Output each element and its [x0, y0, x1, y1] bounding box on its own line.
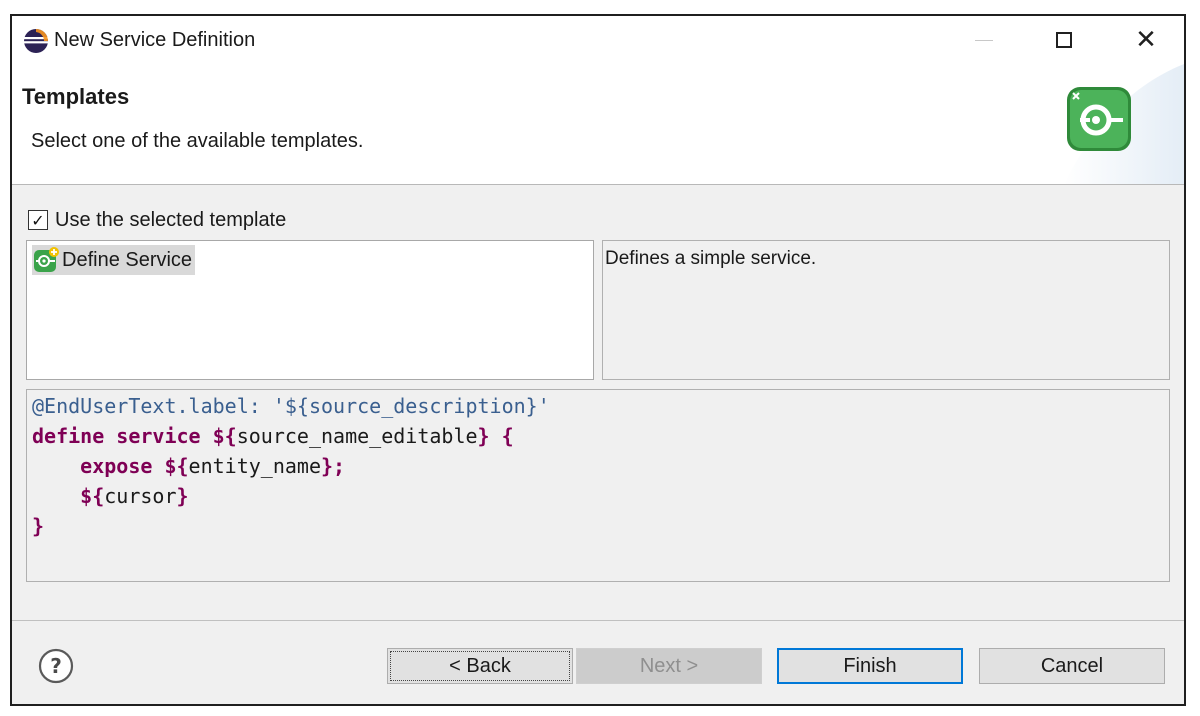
- title-bar[interactable]: New Service Definition ✕: [12, 16, 1184, 64]
- dialog-window: New Service Definition ✕ Templates Selec…: [10, 14, 1186, 706]
- code-line: define service ${source_name_editable} {: [32, 424, 514, 448]
- code-token: ${: [32, 484, 104, 508]
- code-token: }: [32, 514, 44, 538]
- page-title: Templates: [22, 84, 129, 110]
- code-token: @EndUserText.label: '${source_descriptio…: [32, 394, 550, 418]
- code-token: } {: [478, 424, 514, 448]
- use-template-option[interactable]: ✓ Use the selected template: [28, 207, 286, 233]
- code-token: ${: [213, 424, 237, 448]
- next-button-label: Next >: [640, 655, 698, 678]
- template-code-preview: @EndUserText.label: '${source_descriptio…: [26, 389, 1170, 582]
- finish-button-label: Finish: [843, 655, 896, 678]
- code-token: expose: [32, 454, 164, 478]
- footer-divider: [12, 620, 1184, 621]
- eclipse-icon: [23, 28, 49, 54]
- window-title: New Service Definition: [54, 29, 255, 52]
- list-item-label: Define Service: [62, 249, 192, 272]
- back-button[interactable]: < Back: [387, 648, 573, 684]
- page-description: Select one of the available templates.: [31, 130, 363, 153]
- code-token: entity_name: [189, 454, 321, 478]
- back-button-label: < Back: [449, 655, 511, 678]
- service-definition-icon: [32, 246, 60, 274]
- code-line: }: [32, 514, 44, 538]
- template-description: Defines a simple service.: [605, 248, 816, 270]
- close-icon: ✕: [1135, 27, 1157, 53]
- list-item[interactable]: Define Service: [32, 245, 195, 275]
- minimize-button[interactable]: [956, 20, 1012, 60]
- maximize-button[interactable]: [1036, 20, 1092, 60]
- use-template-label: Use the selected template: [55, 209, 286, 232]
- wizard-header: Templates Select one of the available te…: [12, 64, 1184, 185]
- code-token: cursor: [104, 484, 176, 508]
- use-template-checkbox[interactable]: ✓: [28, 210, 48, 230]
- cancel-button[interactable]: Cancel: [979, 648, 1165, 684]
- service-definition-wizard-icon: [1066, 86, 1132, 152]
- code-line: @EndUserText.label: '${source_descriptio…: [32, 394, 550, 418]
- finish-button[interactable]: Finish: [777, 648, 963, 684]
- code-token: ${: [164, 454, 188, 478]
- code-token: };: [321, 454, 345, 478]
- help-icon[interactable]: ?: [38, 648, 74, 684]
- template-description-panel: Defines a simple service.: [602, 240, 1170, 380]
- code-token: define service: [32, 424, 213, 448]
- template-list[interactable]: Define Service: [26, 240, 594, 380]
- code-line: ${cursor}: [32, 484, 189, 508]
- cancel-button-label: Cancel: [1041, 655, 1103, 678]
- code-token: source_name_editable: [237, 424, 478, 448]
- code-line: expose ${entity_name};: [32, 454, 345, 478]
- maximize-icon: [1056, 32, 1072, 48]
- close-button[interactable]: ✕: [1118, 20, 1174, 60]
- code-token: }: [177, 484, 189, 508]
- next-button: Next >: [576, 648, 762, 684]
- svg-text:?: ?: [50, 654, 62, 678]
- minimize-icon: [975, 40, 993, 41]
